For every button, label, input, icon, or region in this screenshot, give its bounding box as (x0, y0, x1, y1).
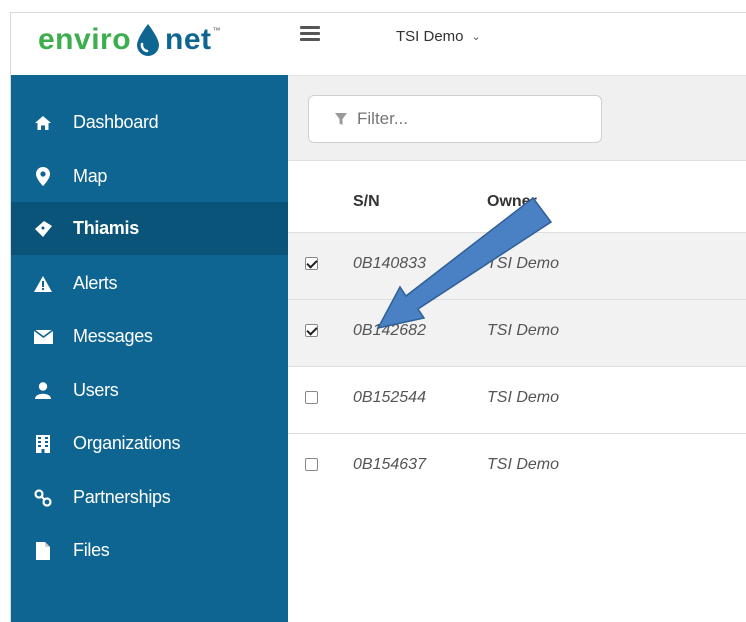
sidebar-item-label: Alerts (73, 273, 118, 293)
cell-owner: TSI Demo (487, 389, 560, 406)
cell-serial-number[interactable]: 0B142682 (353, 322, 426, 340)
table-row[interactable]: 0B154637 TSI Demo (288, 433, 746, 500)
cell-serial-number[interactable]: 0B140833 (353, 255, 426, 273)
device-icon (33, 219, 53, 239)
sidebar-item-messages[interactable]: Messages (11, 310, 288, 363)
user-icon (33, 381, 53, 401)
filter-input[interactable] (355, 108, 579, 130)
logo-text-net: net (165, 23, 212, 56)
window-border-left (10, 12, 11, 622)
row-checkbox[interactable] (305, 324, 318, 337)
cell-owner: TSI Demo (487, 255, 560, 272)
window-border-top (10, 12, 746, 13)
file-icon (33, 541, 53, 561)
page-margin (0, 0, 10, 622)
column-header-owner[interactable]: Owner (487, 193, 537, 211)
table-row[interactable]: 0B152544 TSI Demo (288, 366, 746, 433)
chevron-down-icon: ⌄ (471, 31, 481, 43)
logo-text-enviro: enviro (38, 23, 132, 56)
top-bar (288, 13, 746, 76)
funnel-icon (335, 112, 347, 125)
sidebar-item-label: Thiamis (73, 218, 139, 238)
sidebar-item-organizations[interactable]: Organizations (11, 417, 288, 470)
sidebar-item-label: Users (73, 380, 119, 400)
row-checkbox[interactable] (305, 458, 318, 471)
row-checkbox[interactable] (305, 257, 318, 270)
cell-owner: TSI Demo (487, 322, 560, 339)
envelope-icon (33, 327, 53, 347)
map-pin-icon (33, 167, 53, 187)
sidebar-item-dashboard[interactable]: Dashboard (11, 96, 288, 149)
sidebar-item-thiamis[interactable]: Thiamis (11, 202, 288, 255)
sidebar-item-files[interactable]: Files (11, 524, 288, 577)
sidebar-item-label: Partnerships (73, 487, 171, 507)
sidebar-item-alerts[interactable]: Alerts (11, 257, 288, 310)
cell-serial-number[interactable]: 0B154637 (353, 456, 426, 474)
water-drop-icon (137, 24, 160, 56)
environet-logo[interactable]: enviro net ™ (38, 20, 221, 60)
sidebar-item-partnerships[interactable]: Partnerships (11, 471, 288, 524)
table-row[interactable]: 0B140833 TSI Demo (288, 232, 746, 299)
table-row[interactable]: 0B142682 TSI Demo (288, 299, 746, 366)
organization-selector[interactable]: TSI Demo ⌄ (396, 28, 481, 45)
sidebar-item-users[interactable]: Users (11, 364, 288, 417)
row-checkbox[interactable] (305, 391, 318, 404)
column-header-sn[interactable]: S/N (353, 193, 380, 211)
link-icon (33, 488, 53, 508)
cell-owner: TSI Demo (487, 456, 560, 473)
building-icon (33, 434, 53, 454)
sidebar-item-label: Files (73, 540, 110, 560)
home-icon (33, 113, 53, 133)
organization-selector-label: TSI Demo (396, 28, 464, 45)
sidebar-item-label: Map (73, 166, 108, 186)
filter-field[interactable] (308, 95, 602, 143)
sidebar-item-map[interactable]: Map (11, 150, 288, 203)
hamburger-menu-icon[interactable] (300, 26, 320, 42)
sidebar-item-label: Organizations (73, 433, 181, 453)
sidebar-item-label: Messages (73, 326, 153, 346)
cell-serial-number[interactable]: 0B152544 (353, 389, 426, 407)
trademark-symbol: ™ (212, 26, 221, 35)
warning-icon (33, 274, 53, 294)
sidebar-item-label: Dashboard (73, 112, 159, 132)
